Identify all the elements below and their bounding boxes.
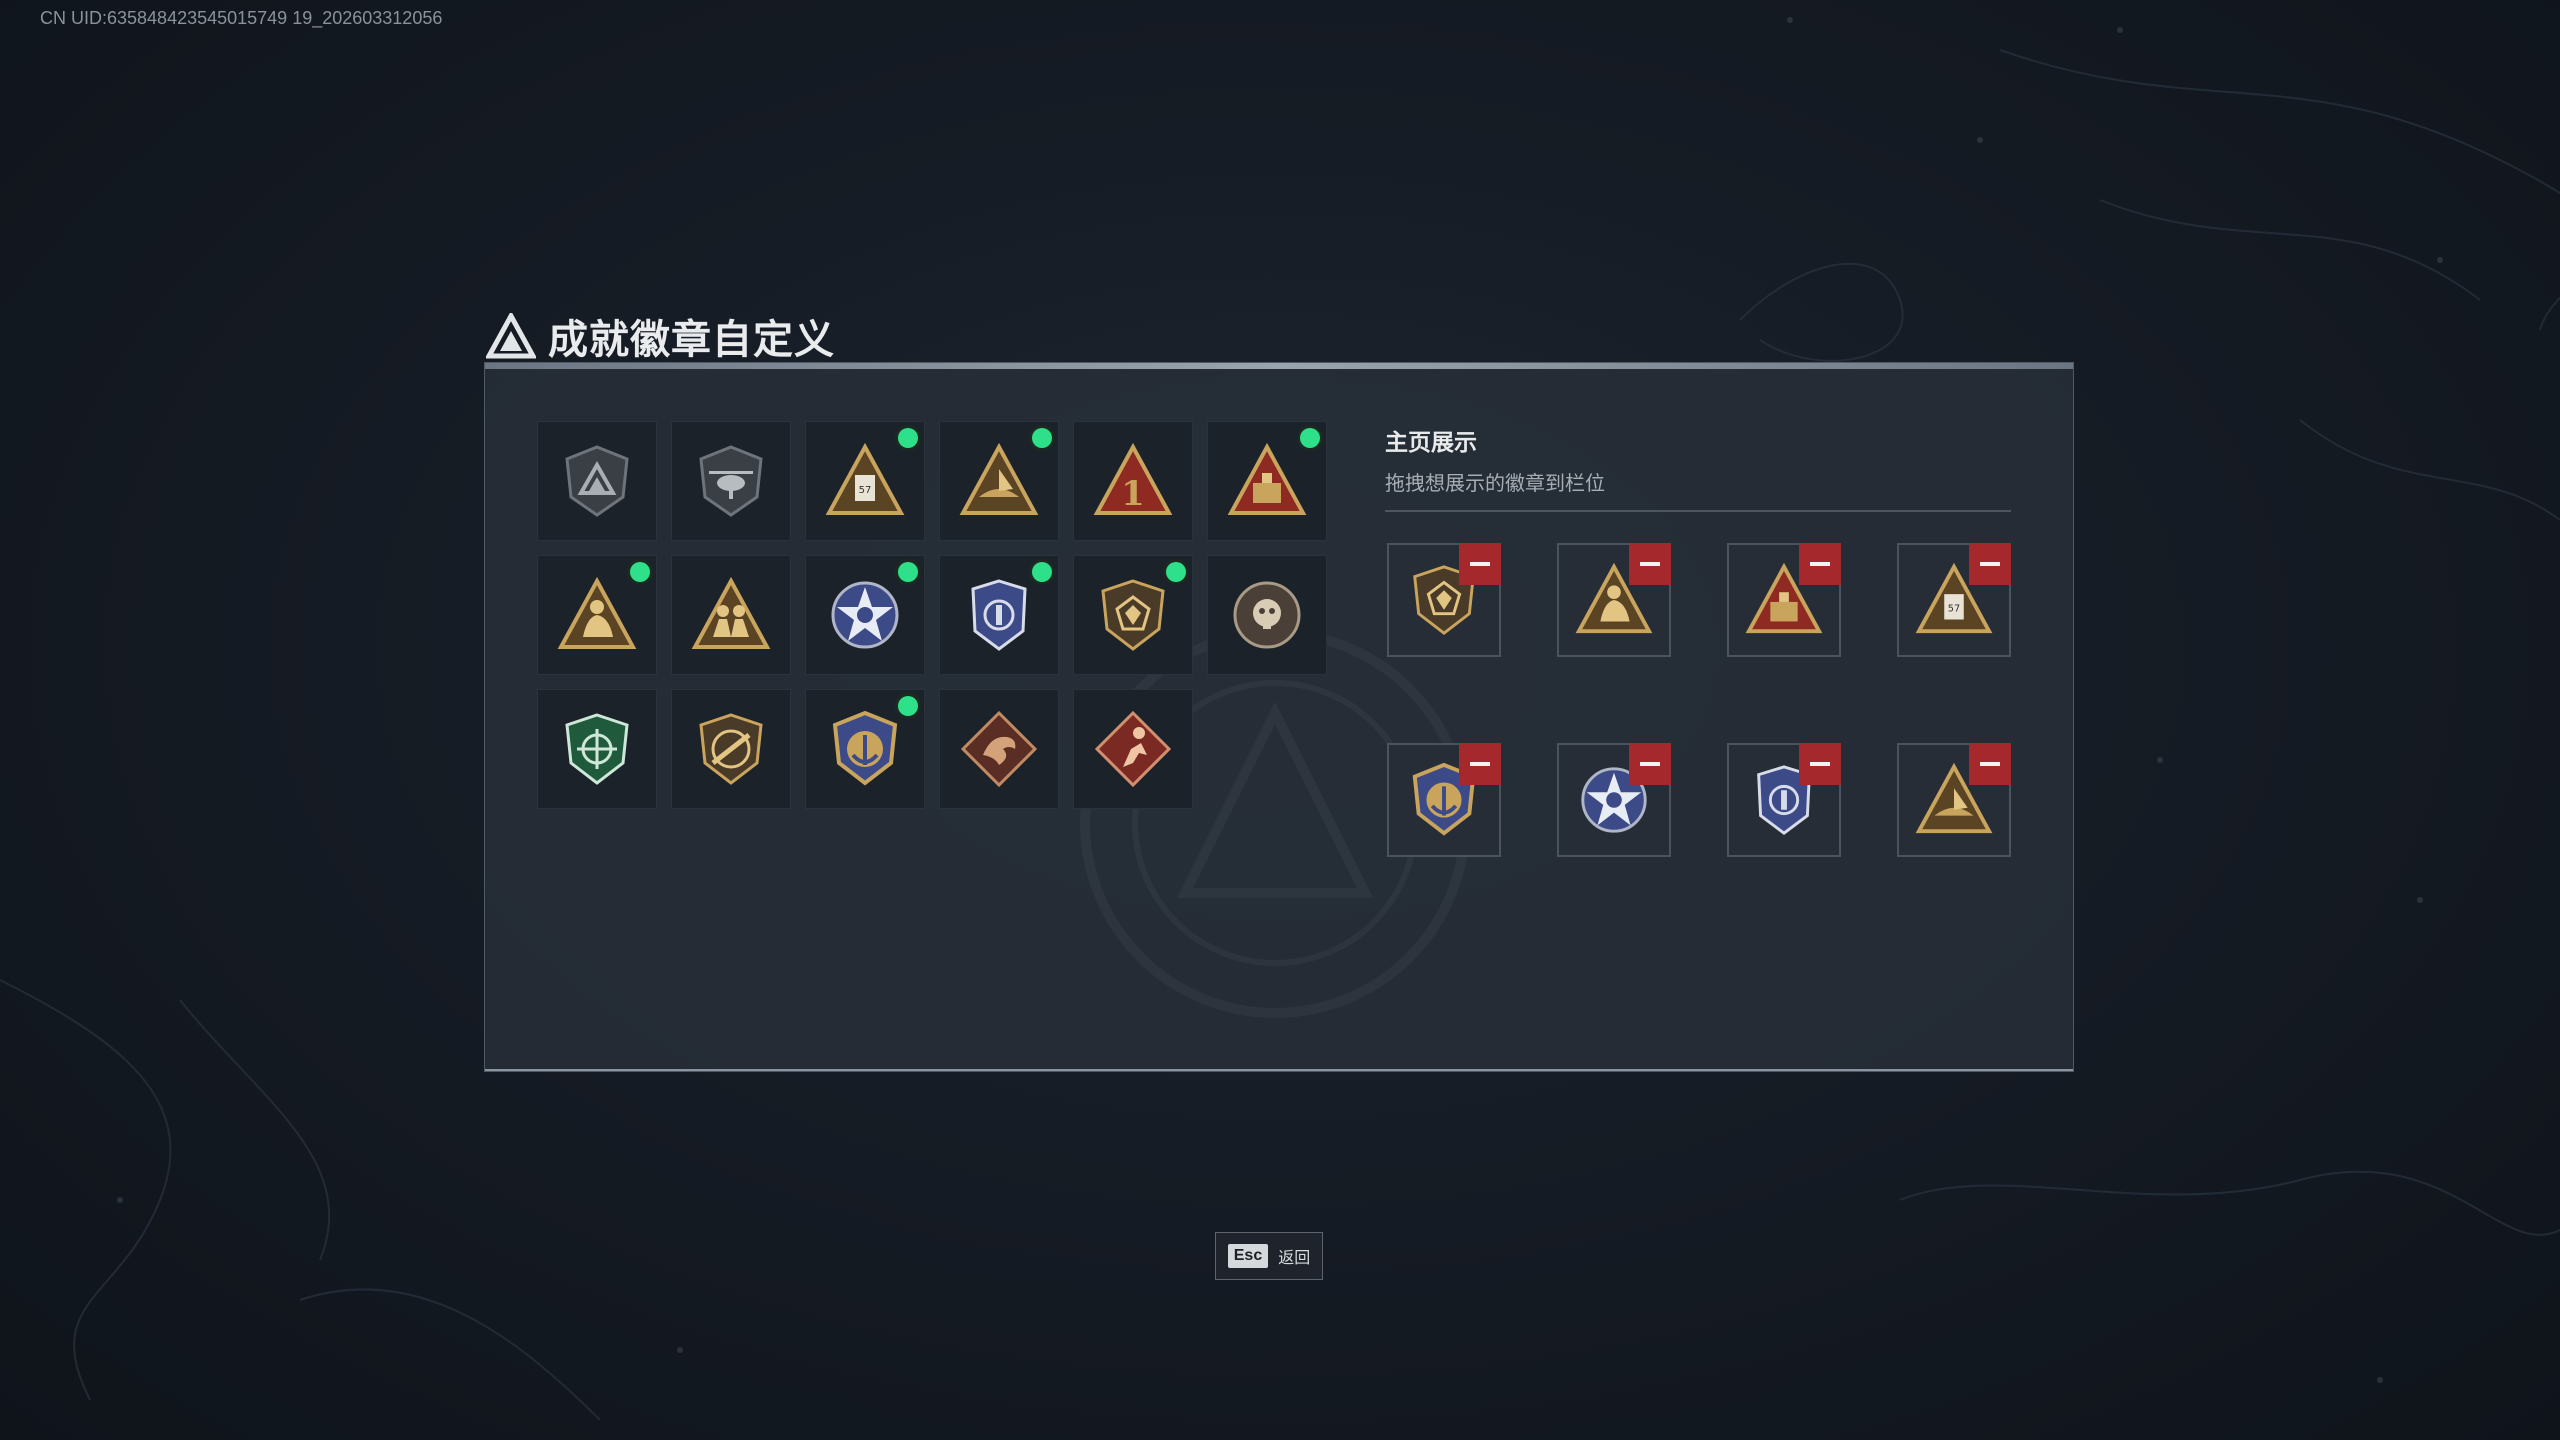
minus-icon <box>1980 762 2000 766</box>
showcase-slot[interactable] <box>1727 543 1841 657</box>
svg-text:57: 57 <box>1948 604 1960 615</box>
police-badge-blue-icon <box>971 579 1027 651</box>
showcase-title: 主页展示 <box>1385 430 1477 456</box>
new-indicator-dot <box>630 562 650 582</box>
badge-cell[interactable] <box>1073 555 1193 675</box>
triangle-soldiers-gold-icon <box>691 576 771 649</box>
remove-badge-button[interactable] <box>1799 543 1841 585</box>
badge-cell[interactable]: 57 <box>805 421 925 541</box>
badge-cell[interactable] <box>1073 689 1193 809</box>
shield-gem-bronze-icon <box>1101 579 1165 651</box>
remove-badge-button[interactable] <box>1799 743 1841 785</box>
showcase-slot[interactable] <box>1387 743 1501 857</box>
new-indicator-dot <box>898 696 918 716</box>
remove-badge-button[interactable] <box>1969 743 2011 785</box>
badge-cell[interactable] <box>1207 421 1327 541</box>
delta-logo-icon <box>486 313 536 359</box>
badge-cell[interactable] <box>1207 555 1327 675</box>
showcase-divider <box>1385 510 2011 512</box>
showcase-slot[interactable] <box>1557 543 1671 657</box>
remove-badge-button[interactable] <box>1629 743 1671 785</box>
showcase-subtitle: 拖拽想展示的徽章到栏位 <box>1385 471 1605 495</box>
svg-text:1: 1 <box>1121 474 1145 514</box>
new-indicator-dot <box>1166 562 1186 582</box>
remove-badge-button[interactable] <box>1459 543 1501 585</box>
remove-badge-button[interactable] <box>1969 543 2011 585</box>
showcase-slot[interactable]: 57 <box>1897 543 2011 657</box>
triangle-canister-gold-icon: 57 <box>825 442 905 515</box>
minus-icon <box>1640 562 1660 566</box>
panel-bottom-bar <box>485 1069 2073 1071</box>
badge-cell[interactable] <box>537 555 657 675</box>
shield-anchor-gold-icon <box>832 710 898 786</box>
showcase-slot[interactable] <box>1727 743 1841 857</box>
badge-cell[interactable] <box>805 689 925 809</box>
badge-cell[interactable] <box>537 421 657 541</box>
showcase-slot[interactable] <box>1897 743 2011 857</box>
badge-cell[interactable] <box>939 421 1059 541</box>
minus-icon <box>1470 762 1490 766</box>
remove-badge-button[interactable] <box>1629 543 1671 585</box>
new-indicator-dot <box>1032 562 1052 582</box>
badge-cell[interactable] <box>805 555 925 675</box>
triangle-soldier-gold-icon <box>557 576 637 649</box>
badge-cell[interactable] <box>671 689 791 809</box>
badge-cell[interactable] <box>671 555 791 675</box>
circle-skull-gray-icon <box>1233 581 1301 649</box>
shield-helicopter-gray-icon <box>699 445 763 517</box>
badge-cell[interactable] <box>939 555 1059 675</box>
shield-delta-gray-icon <box>565 445 629 517</box>
new-indicator-dot <box>1300 428 1320 448</box>
esc-key-hint: Esc <box>1227 1244 1269 1268</box>
star-medal-blue-icon <box>831 581 899 649</box>
badge-cell[interactable] <box>939 689 1059 809</box>
minus-icon <box>1470 562 1490 566</box>
badge-customize-panel: 57 1 主页展示 拖拽想展示的徽章到栏位 57 <box>484 362 2074 1072</box>
page-header: 成就徽章自定义 <box>486 306 835 366</box>
panel-top-bar <box>485 363 2073 369</box>
triangle-number-one-red-icon: 1 <box>1093 442 1173 515</box>
badge-cell[interactable] <box>537 689 657 809</box>
uid-label: CN UID:635848423545015749 19_20260331205… <box>40 8 443 28</box>
remove-badge-button[interactable] <box>1459 743 1501 785</box>
showcase-slot[interactable] <box>1557 743 1671 857</box>
diamond-runner-red-icon <box>1094 710 1172 788</box>
showcase-slot[interactable] <box>1387 543 1501 657</box>
minus-icon <box>1810 562 1830 566</box>
minus-icon <box>1810 762 1830 766</box>
diamond-dragon-bronze-icon <box>960 710 1038 788</box>
triangle-crate-red-icon <box>1227 442 1307 515</box>
new-indicator-dot <box>898 428 918 448</box>
triangle-boat-gold-icon <box>959 442 1039 515</box>
minus-icon <box>1640 762 1660 766</box>
showcase-slots: 57 <box>1387 543 2011 857</box>
new-indicator-dot <box>1032 428 1052 448</box>
svg-text:57: 57 <box>859 485 872 496</box>
new-indicator-dot <box>898 562 918 582</box>
page-title: 成就徽章自定义 <box>548 317 835 363</box>
badge-cell[interactable]: 1 <box>1073 421 1193 541</box>
homepage-showcase-header: 主页展示 拖拽想展示的徽章到栏位 <box>1385 423 2011 512</box>
shield-crosshair-green-icon <box>565 713 629 785</box>
badge-collection-grid: 57 1 <box>537 421 1327 809</box>
badge-cell[interactable] <box>671 421 791 541</box>
back-button[interactable]: Esc 返回 <box>1215 1232 1323 1280</box>
back-label: 返回 <box>1278 1248 1311 1267</box>
shield-rifle-bronze-icon <box>699 713 763 785</box>
minus-icon <box>1980 562 2000 566</box>
